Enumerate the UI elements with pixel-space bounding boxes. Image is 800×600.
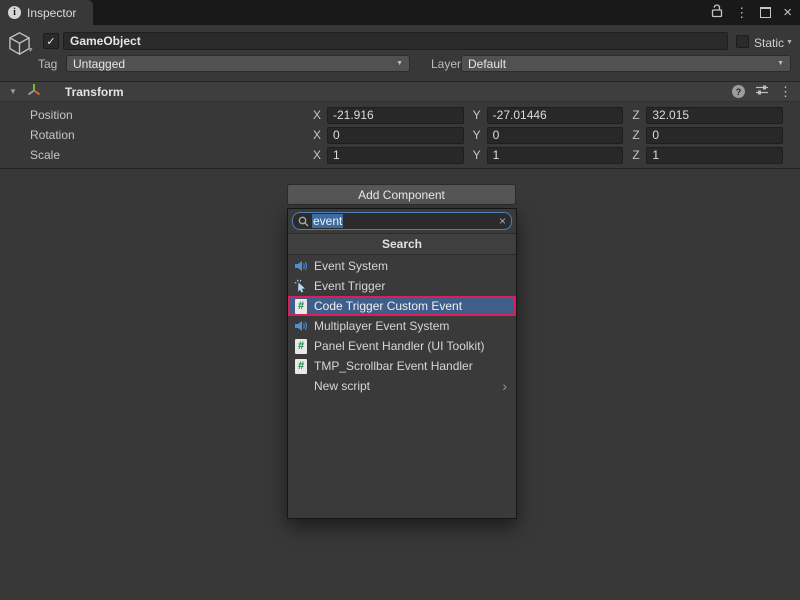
rotation-label: Rotation: [0, 128, 313, 142]
window-menu-icon[interactable]: ⋮: [735, 6, 748, 19]
rotation-y-field[interactable]: 0: [487, 127, 624, 144]
info-icon: i: [8, 6, 21, 19]
check-icon: ✓: [46, 35, 55, 48]
axis-y-label: Y: [473, 128, 482, 142]
axis-z-label: Z: [632, 108, 641, 122]
gameobject-cube-icon[interactable]: [6, 30, 38, 60]
axis-z-label: Z: [632, 128, 641, 142]
csharp-script-icon: #: [293, 359, 309, 374]
submenu-chevron-icon: ›: [502, 379, 507, 393]
item-label: Event System: [314, 259, 388, 273]
list-item-event-trigger[interactable]: Event Trigger: [288, 276, 516, 296]
axis-x-label: X: [313, 128, 322, 142]
position-x-field[interactable]: -21.916: [327, 107, 464, 124]
component-menu-icon[interactable]: ⋮: [779, 85, 792, 98]
list-item-multiplayer-event-system[interactable]: Multiplayer Event System: [288, 316, 516, 336]
item-label: Event Trigger: [314, 279, 385, 293]
rotation-z-field[interactable]: 0: [646, 127, 783, 144]
transform-title: Transform: [65, 85, 124, 99]
list-item-new-script[interactable]: New script ›: [288, 376, 516, 396]
csharp-script-icon: #: [293, 299, 309, 314]
item-label: Code Trigger Custom Event: [314, 299, 462, 313]
component-search-popup: event × Search Event System: [287, 208, 517, 519]
search-query-text: event: [312, 214, 343, 228]
scale-y-field[interactable]: 1: [487, 147, 624, 164]
dropdown-arrow-icon: ▼: [777, 60, 784, 67]
scale-row: Scale X1 Y1 Z1: [0, 145, 792, 165]
icon-picker-caret[interactable]: ▼: [27, 47, 34, 54]
clear-search-icon[interactable]: ×: [499, 215, 506, 227]
titlebar: i Inspector ⋮ ×: [0, 0, 800, 25]
presets-icon[interactable]: [755, 84, 769, 99]
event-system-icon: [293, 319, 309, 333]
transform-component: ▼ Transform ? ⋮ Position X-21.91: [0, 81, 800, 169]
static-dropdown-caret[interactable]: ▼: [786, 39, 793, 46]
csharp-script-icon: #: [293, 339, 309, 354]
scale-x-field[interactable]: 1: [327, 147, 464, 164]
rotation-x-field[interactable]: 0: [327, 127, 464, 144]
transform-icon: [27, 83, 41, 100]
component-list: Event System Event Trigger # Code Trigge…: [288, 256, 516, 396]
list-item-tmp-scrollbar-event-handler[interactable]: # TMP_Scrollbar Event Handler: [288, 356, 516, 376]
position-row: Position X -21.916 Y -27.01446 Z 32.015: [0, 105, 792, 125]
tag-dropdown[interactable]: Untagged ▼: [66, 55, 410, 72]
active-checkbox[interactable]: ✓: [43, 33, 59, 49]
scale-label: Scale: [0, 148, 313, 162]
position-label: Position: [0, 108, 313, 122]
item-label: Multiplayer Event System: [314, 319, 449, 333]
gameobject-name-field[interactable]: [63, 32, 728, 50]
item-label: TMP_Scrollbar Event Handler: [314, 359, 473, 373]
dropdown-arrow-icon: ▼: [396, 60, 403, 67]
axis-x-label: X: [313, 108, 322, 122]
add-component-label: Add Component: [358, 188, 445, 202]
tab-title: Inspector: [27, 6, 76, 20]
list-item-code-trigger-custom-event[interactable]: # Code Trigger Custom Event: [288, 296, 516, 316]
event-system-icon: [293, 259, 309, 273]
foldout-icon[interactable]: ▼: [9, 87, 17, 96]
event-trigger-icon: [293, 279, 309, 293]
list-item-event-system[interactable]: Event System: [288, 256, 516, 276]
component-search-input[interactable]: event ×: [292, 212, 512, 230]
layer-label: Layer: [431, 57, 461, 71]
scale-z-field[interactable]: 1: [646, 147, 783, 164]
item-label: Panel Event Handler (UI Toolkit): [314, 339, 485, 353]
add-component-button[interactable]: Add Component: [287, 184, 516, 205]
axis-y-label: Y: [473, 108, 482, 122]
tag-value: Untagged: [73, 57, 125, 71]
list-item-panel-event-handler[interactable]: # Panel Event Handler (UI Toolkit): [288, 336, 516, 356]
search-section-header: Search: [288, 233, 516, 255]
item-label: New script: [314, 379, 370, 393]
axis-x-label: X: [313, 148, 322, 162]
rotation-row: Rotation X0 Y0 Z0: [0, 125, 792, 145]
maximize-icon[interactable]: [760, 7, 771, 18]
position-y-field[interactable]: -27.01446: [487, 107, 624, 124]
static-checkbox[interactable]: [736, 35, 749, 48]
close-icon[interactable]: ×: [783, 5, 792, 20]
static-label: Static: [754, 36, 784, 50]
layer-dropdown[interactable]: Default ▼: [461, 55, 791, 72]
position-z-field[interactable]: 32.015: [646, 107, 783, 124]
axis-z-label: Z: [632, 148, 641, 162]
search-icon: [298, 216, 309, 227]
tag-label: Tag: [38, 57, 57, 71]
layer-value: Default: [468, 57, 506, 71]
help-icon[interactable]: ?: [732, 85, 745, 98]
transform-header[interactable]: ▼ Transform ? ⋮: [0, 81, 800, 102]
tab-inspector[interactable]: i Inspector: [0, 0, 93, 25]
axis-y-label: Y: [473, 148, 482, 162]
lock-icon[interactable]: [711, 4, 723, 21]
